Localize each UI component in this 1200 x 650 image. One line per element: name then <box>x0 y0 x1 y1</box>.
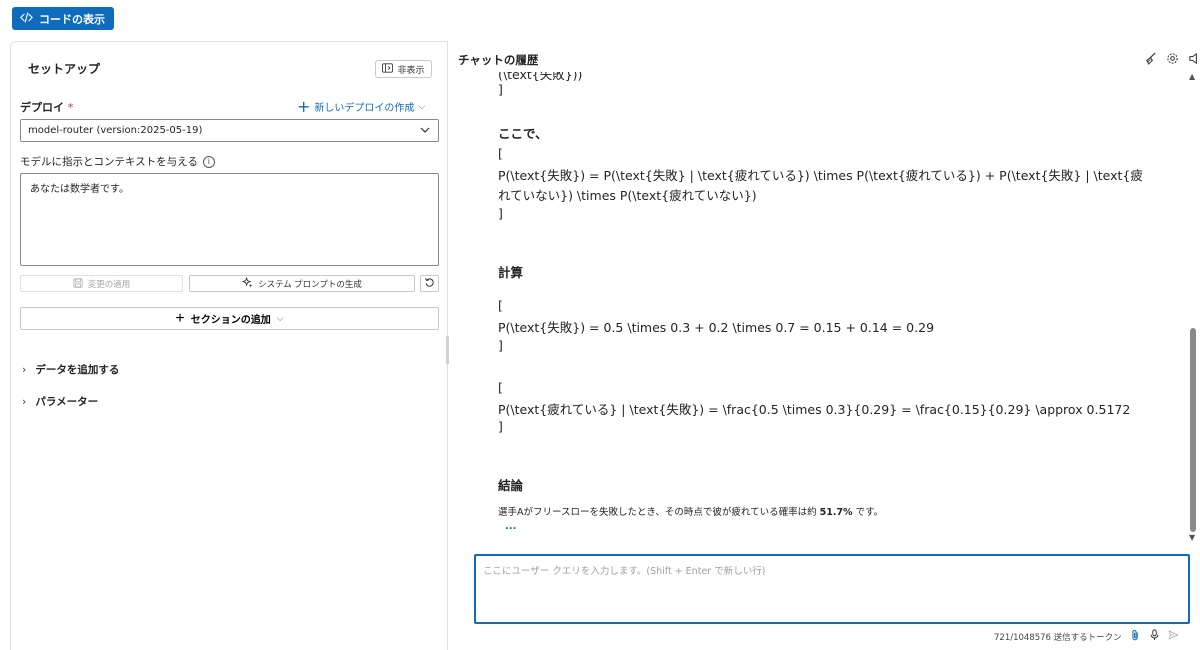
attach-icon[interactable] <box>1130 629 1141 644</box>
apply-changes-label: 変更の適用 <box>87 278 131 289</box>
resize-handle[interactable] <box>446 336 449 364</box>
chevron-down-icon: ⌵ <box>276 313 284 323</box>
expander-add-data[interactable]: › データを追加する <box>22 362 119 377</box>
chevron-right-icon: › <box>22 395 27 408</box>
scroll-up-icon[interactable]: ▲ <box>1189 72 1195 81</box>
deploy-label-text: デプロイ <box>20 101 64 114</box>
save-icon <box>73 277 83 290</box>
add-section-button[interactable]: + セクションの追加 ⌵ <box>20 307 439 330</box>
message-line: P(\text{失敗}) = 0.5 \times 0.3 + 0.2 \tim… <box>498 320 935 335</box>
input-footer: 721/1048576 送信するトークン <box>994 629 1179 644</box>
message-line: [ <box>498 146 503 161</box>
message-line: ] <box>498 419 503 434</box>
new-deploy-label: 新しいデプロイの作成 <box>314 103 415 114</box>
chevron-right-icon: › <box>22 363 27 376</box>
sparkle-icon <box>241 276 253 290</box>
hide-setup-label: 非表示 <box>397 64 425 75</box>
scroll-down-icon[interactable]: ▼ <box>1189 533 1195 542</box>
hide-setup-button[interactable]: 非表示 <box>375 60 432 78</box>
generate-prompt-label: システム プロンプトの生成 <box>258 278 362 289</box>
instructions-label-text: モデルに指示とコンテキストを与える <box>20 156 198 168</box>
system-message-input[interactable]: あなたは数学者です。 <box>20 173 439 266</box>
message-line: ] <box>498 206 503 221</box>
conclusion-post: です。 <box>852 507 884 518</box>
reset-icon <box>424 276 435 291</box>
apply-changes-button[interactable]: 変更の適用 <box>20 275 183 292</box>
message-line: (\text{失敗})) <box>498 72 583 82</box>
deploy-select[interactable]: model-router (version:2025-05-19) <box>20 119 439 142</box>
conclusion-value: 51.7% <box>819 507 853 518</box>
plus-icon: + <box>297 96 311 116</box>
chat-scrollbar[interactable]: ▲ ▼ <box>1188 72 1198 542</box>
chat-history-title: チャットの履歴 <box>458 53 539 67</box>
token-count: 721/1048576 送信するトークン <box>994 632 1122 643</box>
message-line: P(\text{疲れている} | \text{失敗}) = \frac{0.5 … <box>498 402 1131 417</box>
chat-history: (\text{失敗})) ] ここで、 [ P(\text{失敗}) = P(\… <box>458 72 1186 542</box>
reset-button[interactable] <box>420 275 439 292</box>
chevron-down-icon: ⌵ <box>418 101 426 112</box>
generate-prompt-button[interactable]: システム プロンプトの生成 <box>189 275 415 292</box>
expander-parameters-label: パラメーター <box>35 396 99 408</box>
top-bar: コードの表示 <box>0 0 1200 34</box>
message-line: ] <box>498 82 503 97</box>
conclusion-pre: 選手Aがフリースローを失敗したとき、その時点で彼が疲れている確率は約 <box>498 507 820 518</box>
conclusion-text: 選手Aがフリースローを失敗したとき、その時点で彼が疲れている確率は約 51.7%… <box>498 504 883 518</box>
message-line: [ <box>498 298 503 313</box>
expander-add-data-label: データを追加する <box>35 364 120 376</box>
message-heading: 結論 <box>498 478 524 493</box>
instructions-label: モデルに指示とコンテキストを与える i <box>20 154 215 169</box>
chevron-down-icon <box>419 124 431 136</box>
view-code-label: コードの表示 <box>39 12 105 26</box>
scroll-thumb[interactable] <box>1190 328 1196 532</box>
message-heading: 計算 <box>498 265 524 280</box>
setup-panel: セットアップ 非表示 デプロイ * + 新しいデプロイの作成 ⌵ model-r… <box>10 41 448 650</box>
speaker-icon[interactable] <box>1188 52 1200 65</box>
new-deploy-link[interactable]: + 新しいデプロイの作成 ⌵ <box>297 96 426 116</box>
code-icon <box>20 11 33 27</box>
required-mark: * <box>67 101 74 114</box>
expander-parameters[interactable]: › パラメーター <box>22 394 98 409</box>
gear-icon[interactable] <box>1166 52 1179 65</box>
user-query-input[interactable]: ここにユーザー クエリを入力します。(Shift + Enter で新しい行) <box>474 554 1190 624</box>
send-icon[interactable] <box>1168 629 1179 644</box>
message-line: ] <box>498 338 503 353</box>
info-icon[interactable]: i <box>202 155 215 168</box>
message-line: [ <box>498 380 503 395</box>
query-placeholder: ここにユーザー クエリを入力します。(Shift + Enter で新しい行) <box>483 566 766 577</box>
message-heading: ここで、 <box>498 126 548 141</box>
setup-title: セットアップ <box>28 62 101 76</box>
add-section-label: セクションの追加 <box>190 315 271 326</box>
panel-icon <box>382 63 394 75</box>
message-line: P(\text{失敗}) = P(\text{失敗} | \text{疲れている… <box>498 168 1143 183</box>
view-code-button[interactable]: コードの表示 <box>12 7 114 30</box>
deploy-label: デプロイ * <box>20 99 73 115</box>
message-line: れていない}) \times P(\text{疲れていない}) <box>498 188 757 203</box>
more-options[interactable]: ... <box>505 521 516 532</box>
plus-icon: + <box>175 309 185 327</box>
deploy-selected-value: model-router (version:2025-05-19) <box>28 125 203 136</box>
mic-icon[interactable] <box>1149 629 1160 644</box>
broom-icon[interactable] <box>1144 52 1157 65</box>
chat-toolbar <box>1144 52 1200 65</box>
